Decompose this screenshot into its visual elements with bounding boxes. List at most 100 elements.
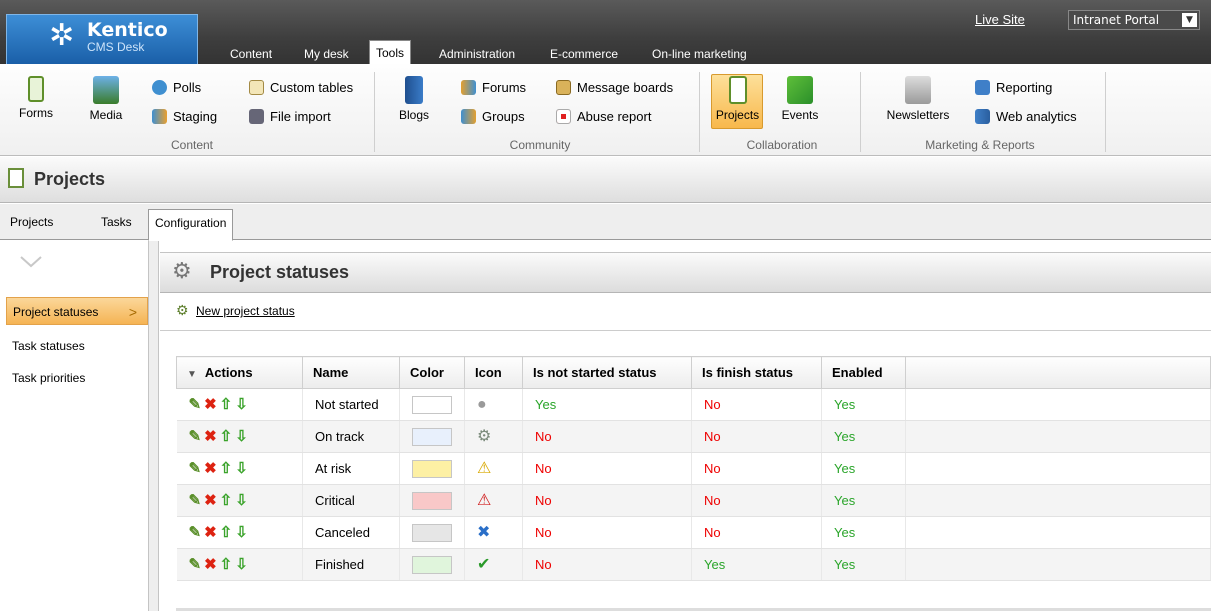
- content-header: ⚙ Project statuses: [160, 252, 1211, 293]
- collapse-chevron-icon[interactable]: [20, 255, 42, 269]
- move-up-icon[interactable]: ⇧: [220, 397, 233, 412]
- edit-icon[interactable]: ✎: [189, 397, 202, 412]
- color-swatch: [412, 555, 452, 574]
- col-is-not-started[interactable]: Is not started status: [522, 356, 692, 389]
- cell-color: [399, 548, 465, 581]
- delete-icon[interactable]: ✖: [204, 461, 217, 476]
- table-row: ✎ ✖ ⇧ ⇩ On track ⚙ No No Yes: [176, 420, 1211, 453]
- content-title: Project statuses: [210, 262, 350, 282]
- file-import-icon: [249, 109, 264, 124]
- tab-projects[interactable]: Projects: [10, 215, 53, 229]
- ribbon-separator: [1105, 72, 1106, 152]
- file-import-button[interactable]: File import: [249, 109, 331, 124]
- edit-icon[interactable]: ✎: [189, 461, 202, 476]
- group-community-label: Community: [509, 138, 571, 152]
- delete-icon[interactable]: ✖: [204, 397, 217, 412]
- col-is-finish[interactable]: Is finish status: [691, 356, 822, 389]
- grid-header-row: ▼ Actions Name Color Icon Is not started …: [176, 356, 1211, 389]
- col-icon[interactable]: Icon: [464, 356, 523, 389]
- tab-tasks[interactable]: Tasks: [101, 215, 132, 229]
- group-content-label: Content: [170, 138, 214, 152]
- newsletters-button[interactable]: Newsletters: [878, 76, 958, 122]
- polls-button[interactable]: Polls: [152, 80, 201, 95]
- edit-icon[interactable]: ✎: [189, 429, 202, 444]
- events-button[interactable]: Events: [778, 76, 822, 122]
- move-down-icon[interactable]: ⇩: [235, 461, 248, 476]
- delete-icon[interactable]: ✖: [204, 525, 217, 540]
- forms-button[interactable]: Forms: [16, 76, 56, 120]
- tab-content[interactable]: Content: [230, 46, 272, 64]
- site-selector[interactable]: Intranet Portal ▼: [1068, 10, 1200, 30]
- page-title: Projects: [34, 169, 106, 189]
- blogs-button[interactable]: Blogs: [396, 76, 432, 122]
- move-up-icon[interactable]: ⇧: [220, 461, 233, 476]
- abuse-report-icon: [556, 109, 571, 124]
- forums-label: Forums: [482, 80, 527, 95]
- move-up-icon[interactable]: ⇧: [220, 429, 233, 444]
- abuse-report-button[interactable]: Abuse report: [556, 109, 651, 124]
- color-swatch: [412, 427, 452, 446]
- tab-administration[interactable]: Administration: [439, 46, 515, 64]
- color-swatch: [412, 459, 452, 478]
- cell-name: Finished: [302, 548, 400, 581]
- groups-button[interactable]: Groups: [461, 109, 525, 124]
- col-actions[interactable]: ▼ Actions: [176, 356, 303, 389]
- cell-not-started: Yes: [522, 388, 692, 421]
- edit-icon[interactable]: ✎: [189, 525, 202, 540]
- cell-not-started: No: [522, 484, 692, 517]
- cell-name: Canceled: [302, 516, 400, 549]
- nav-project-statuses[interactable]: Project statuses >: [6, 297, 148, 325]
- reporting-button[interactable]: Reporting: [975, 80, 1052, 95]
- row-actions: ✎ ✖ ⇧ ⇩: [176, 388, 303, 421]
- delete-icon[interactable]: ✖: [204, 429, 217, 444]
- table-row: ✎ ✖ ⇧ ⇩ Canceled ✖ No No Yes: [176, 516, 1211, 549]
- pane-splitter[interactable]: [148, 241, 159, 611]
- delete-icon[interactable]: ✖: [204, 493, 217, 508]
- col-color[interactable]: Color: [399, 356, 465, 389]
- move-down-icon[interactable]: ⇩: [235, 397, 248, 412]
- move-down-icon[interactable]: ⇩: [235, 557, 248, 572]
- ribbon-toolbar: Forms Media Polls Staging Custom tables …: [0, 64, 1211, 156]
- move-down-icon[interactable]: ⇩: [235, 525, 248, 540]
- sort-down-icon: ▼: [187, 369, 197, 380]
- warning-icon: ⚠: [477, 459, 492, 477]
- row-actions: ✎ ✖ ⇧ ⇩: [176, 452, 303, 485]
- edit-icon[interactable]: ✎: [189, 557, 202, 572]
- col-actions-label: Actions: [204, 365, 253, 380]
- tab-e-commerce[interactable]: E-commerce: [550, 46, 618, 64]
- col-name[interactable]: Name: [302, 356, 400, 389]
- message-boards-button[interactable]: Message boards: [556, 80, 673, 95]
- forums-icon: [461, 80, 476, 95]
- nav-task-statuses[interactable]: Task statuses: [6, 332, 152, 360]
- custom-tables-button[interactable]: Custom tables: [249, 80, 353, 95]
- kentico-logo[interactable]: ✲ Kentico CMS Desk: [6, 14, 198, 64]
- col-enabled[interactable]: Enabled: [821, 356, 906, 389]
- blue-x-icon: ✖: [477, 523, 491, 541]
- media-label: Media: [89, 108, 123, 122]
- projects-label: Projects: [715, 108, 760, 122]
- new-project-status-link[interactable]: ⚙ New project status: [176, 303, 295, 318]
- forums-button[interactable]: Forums: [461, 80, 526, 95]
- live-site-link[interactable]: Live Site: [975, 12, 1025, 27]
- move-down-icon[interactable]: ⇩: [235, 429, 248, 444]
- gear-icon: ⚙: [172, 258, 192, 283]
- tab-my-desk[interactable]: My desk: [304, 46, 349, 64]
- tab-configuration[interactable]: Configuration: [148, 209, 234, 241]
- web-analytics-icon: [975, 109, 990, 124]
- edit-icon[interactable]: ✎: [189, 493, 202, 508]
- media-button[interactable]: Media: [86, 76, 126, 122]
- projects-button[interactable]: Projects: [715, 76, 760, 122]
- tab-online-marketing[interactable]: On-line marketing: [652, 46, 747, 64]
- tab-tools[interactable]: Tools: [369, 40, 412, 64]
- move-up-icon[interactable]: ⇧: [220, 557, 233, 572]
- move-up-icon[interactable]: ⇧: [220, 493, 233, 508]
- move-down-icon[interactable]: ⇩: [235, 493, 248, 508]
- col-filler: [905, 356, 1211, 389]
- web-analytics-button[interactable]: Web analytics: [975, 109, 1077, 124]
- dropdown-arrow-icon[interactable]: ▼: [1182, 13, 1197, 27]
- staging-button[interactable]: Staging: [152, 109, 217, 124]
- projects-icon: [728, 76, 747, 104]
- delete-icon[interactable]: ✖: [204, 557, 217, 572]
- move-up-icon[interactable]: ⇧: [220, 525, 233, 540]
- nav-task-priorities[interactable]: Task priorities: [6, 364, 152, 392]
